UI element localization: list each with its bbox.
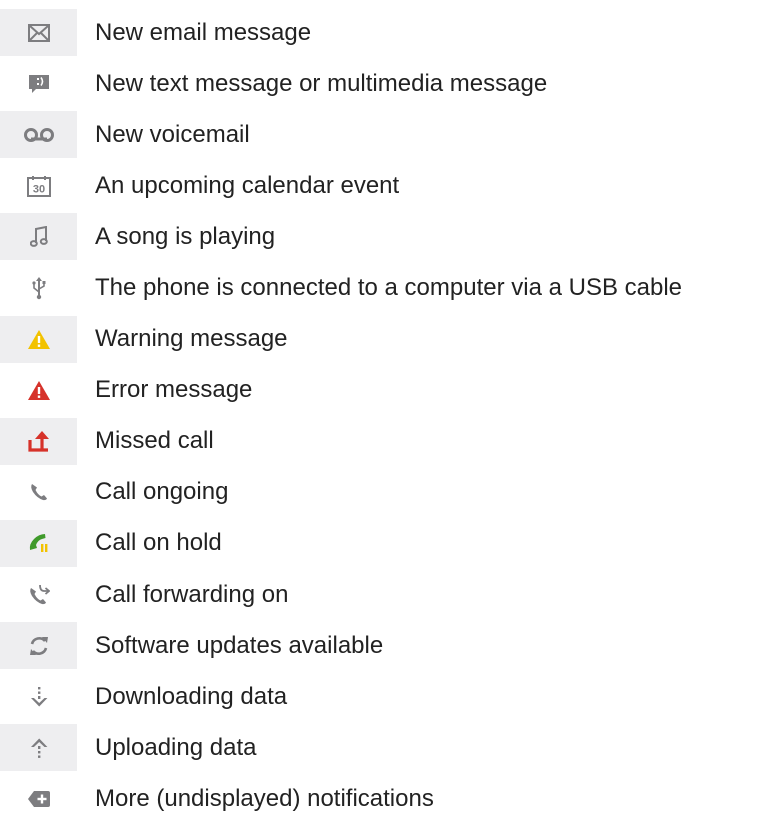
software-update-icon xyxy=(0,622,77,670)
warning-icon xyxy=(0,315,77,363)
list-item: Call on hold xyxy=(0,518,757,569)
notification-label: New email message xyxy=(95,18,312,46)
call-ongoing-icon xyxy=(0,469,77,516)
list-item: The phone is connected to a computer via… xyxy=(0,262,757,313)
calendar-icon: 30 xyxy=(0,162,77,209)
list-item: New text message or multimedia message xyxy=(0,58,757,109)
list-item: Call ongoing xyxy=(0,467,757,518)
list-item: Error message xyxy=(0,365,757,416)
list-item: Missed call xyxy=(0,416,757,467)
notification-label: Call forwarding on xyxy=(95,580,289,608)
notification-icon-list: New email message New text message or mu… xyxy=(0,7,757,825)
upload-icon xyxy=(0,724,77,772)
notification-label: Missed call xyxy=(95,427,214,455)
music-note-icon xyxy=(0,213,77,261)
notification-label: Call on hold xyxy=(95,529,222,557)
list-item: New email message xyxy=(0,7,757,58)
call-on-hold-icon xyxy=(0,519,77,567)
call-forwarding-icon xyxy=(0,571,77,618)
notification-label: Downloading data xyxy=(95,682,288,710)
notification-label: Call ongoing xyxy=(95,478,229,506)
notification-label: New voicemail xyxy=(95,120,250,148)
list-item: Warning message xyxy=(0,314,757,365)
notification-label: A song is playing xyxy=(95,222,276,250)
usb-icon xyxy=(0,265,77,312)
notification-label: An upcoming calendar event xyxy=(95,171,400,199)
voicemail-icon xyxy=(0,111,77,159)
list-item: A song is playing xyxy=(0,211,757,262)
notification-label: More (undisplayed) notifications xyxy=(95,784,434,812)
list-item: Software updates available xyxy=(0,620,757,671)
notification-label: Warning message xyxy=(95,325,288,353)
notification-label: New text message or multimedia message xyxy=(95,69,548,97)
list-item: Call forwarding on xyxy=(0,569,757,620)
notification-label: Error message xyxy=(95,376,253,404)
missed-call-icon xyxy=(0,417,77,465)
more-notifications-icon xyxy=(0,775,77,822)
calendar-icon-text: 30 xyxy=(32,183,44,195)
list-item: 30 An upcoming calendar event xyxy=(0,160,757,211)
notification-label: The phone is connected to a computer via… xyxy=(95,274,683,302)
list-item: New voicemail xyxy=(0,109,757,160)
notification-label: Uploading data xyxy=(95,733,257,761)
download-icon xyxy=(0,673,77,720)
list-item: Downloading data xyxy=(0,671,757,722)
error-icon xyxy=(0,367,77,414)
list-item: More (undisplayed) notifications xyxy=(0,773,757,824)
notification-label: Software updates available xyxy=(95,631,384,659)
list-item: Uploading data xyxy=(0,722,757,773)
email-icon xyxy=(0,9,77,57)
text-message-icon xyxy=(0,60,77,107)
